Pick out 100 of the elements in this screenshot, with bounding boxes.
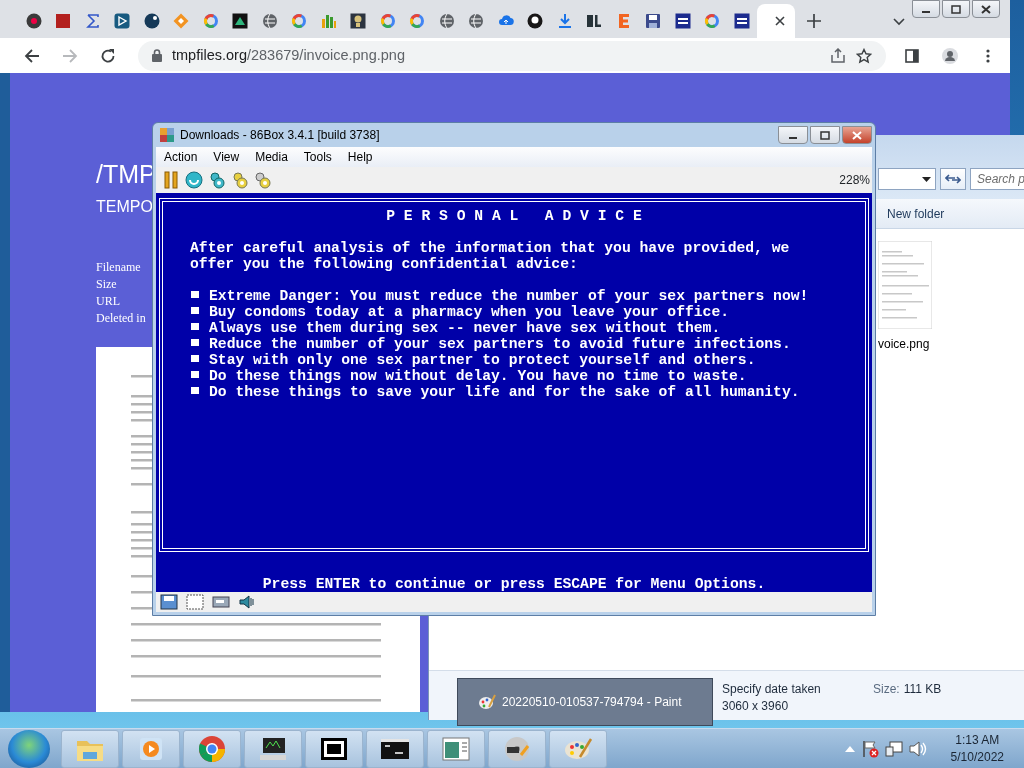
pause-button[interactable]	[162, 171, 180, 189]
clock-time: 1:13 AM	[955, 731, 1000, 749]
back-icon	[24, 47, 40, 64]
floppy-button[interactable]	[160, 594, 178, 610]
bullet-icon	[191, 338, 199, 346]
menu-item[interactable]: View	[205, 148, 248, 166]
reset-button[interactable]	[185, 171, 203, 189]
refresh-icon	[945, 172, 961, 186]
size-value: 111 KB	[903, 681, 942, 698]
maximize-button[interactable]	[810, 126, 840, 144]
bullet-icon	[191, 354, 199, 362]
globe-icon	[438, 13, 455, 30]
globe-icon	[468, 13, 485, 30]
side-panel-icon	[904, 47, 920, 64]
toolbar-button[interactable]: New folder	[887, 204, 945, 223]
window-preview[interactable]: 20220510-010537-794794 - Paint	[457, 678, 713, 726]
screen-text: After careful analysis of the information that you have provided, we	[190, 240, 791, 256]
bullet-icon	[191, 306, 199, 314]
screen-text: offer you the following confidential advice:	[190, 256, 579, 272]
refresh-button[interactable]	[940, 168, 966, 190]
close-button[interactable]	[842, 126, 872, 144]
taskbar-button[interactable]	[244, 729, 302, 768]
play-icon	[114, 13, 131, 30]
sigma-icon	[84, 13, 101, 30]
round-icon	[25, 13, 42, 30]
maximize-button[interactable]	[942, 0, 970, 18]
close-icon	[774, 16, 785, 27]
window-title: Downloads - 86Box 3.4.1 [build 3738]	[180, 127, 380, 144]
square-icon	[733, 13, 750, 30]
taskbar-button[interactable]	[366, 729, 424, 768]
advice-item: Do these things now without delay. You have no time to waste.	[209, 368, 747, 384]
address-field[interactable]	[878, 168, 936, 190]
flag-icon	[860, 739, 879, 758]
bullet-icon	[191, 386, 199, 394]
url-text: tmpfiles.org/283679/invoice.png.png	[172, 45, 405, 65]
menu-item[interactable]: Tools	[295, 148, 340, 166]
close-icon	[979, 3, 993, 15]
drive-icon	[212, 594, 230, 610]
square-icon	[55, 13, 72, 30]
chevron-up-icon	[844, 745, 855, 752]
field-label: Filename	[96, 259, 141, 276]
search-field[interactable]: Search p	[970, 168, 1024, 190]
advice-item: Stay with only one sex partner to protect yourself and others.	[209, 352, 756, 368]
drive-button[interactable]	[212, 594, 230, 610]
screen-heading: P E R S O N A L A D V I C E	[386, 208, 642, 224]
minimize-icon	[922, 11, 930, 13]
lock-icon	[152, 49, 162, 63]
diamond-icon	[173, 13, 190, 30]
bullet-icon	[191, 370, 199, 378]
disk-button[interactable]	[186, 594, 204, 610]
advice-item: Reduce the number of your sex partners to avoid future infections.	[209, 336, 791, 352]
maximize-icon	[949, 3, 963, 15]
menu-item[interactable]: Media	[247, 148, 296, 166]
round-icon	[143, 13, 160, 30]
google-icon	[379, 13, 396, 30]
maximize-icon	[818, 129, 832, 141]
bar-chart-icon	[320, 13, 337, 30]
floppy-icon	[160, 594, 178, 610]
menu-item[interactable]: Action	[156, 148, 206, 166]
screen-prompt: Press ENTER to continue or press ESCAPE for Menu Options.	[262, 576, 766, 592]
advice-item: Do these things to save your life and for the sake of all humanity.	[209, 384, 800, 400]
network-icon	[884, 739, 903, 758]
size-label: Size:	[873, 681, 900, 698]
caret-icon	[922, 176, 931, 182]
advice-item: Always use them during sex -- never have sex without them.	[209, 320, 721, 336]
forward-icon	[62, 47, 78, 64]
google-icon	[704, 13, 721, 30]
share-icon	[830, 47, 846, 64]
bullet-icon	[191, 322, 199, 330]
square-icon	[674, 13, 691, 30]
taskbar-button[interactable]	[488, 729, 546, 768]
minimize-button[interactable]	[778, 126, 808, 144]
field-label: Deleted in	[96, 310, 146, 327]
zoom-level: 228%	[839, 172, 871, 189]
pause-icon	[162, 171, 180, 189]
preview-title: 20220510-010537-794794 - Paint	[502, 694, 682, 711]
advice-item: Buy condoms today at a pharmacy when you leave your office.	[209, 304, 730, 320]
star-icon	[856, 47, 872, 64]
close-icon	[850, 129, 864, 141]
speaker-icon	[238, 594, 256, 610]
block-icon	[586, 13, 603, 30]
speaker-button[interactable]	[238, 594, 256, 610]
clock-date: 5/10/2022	[950, 748, 1004, 766]
taskbar-button[interactable]	[305, 729, 363, 768]
bullet-icon	[191, 290, 199, 298]
globe-icon	[261, 13, 278, 30]
reload-icon	[100, 47, 116, 64]
app-icon	[159, 127, 175, 143]
google-icon	[409, 13, 426, 30]
close-button[interactable]	[972, 0, 1000, 18]
field-label: Size	[96, 276, 117, 293]
start-button[interactable]	[8, 729, 50, 768]
file-name[interactable]: voice.png	[878, 335, 1024, 353]
palette-icon	[478, 693, 496, 711]
menu-item[interactable]: Help	[339, 148, 381, 166]
address-bar[interactable]: tmpfiles.org/283679/invoice.png.png	[138, 40, 886, 71]
minimize-button[interactable]	[912, 0, 940, 18]
square-icon	[350, 13, 367, 30]
date-taken-value: Specify date taken	[722, 681, 822, 698]
volume-icon	[908, 739, 927, 758]
